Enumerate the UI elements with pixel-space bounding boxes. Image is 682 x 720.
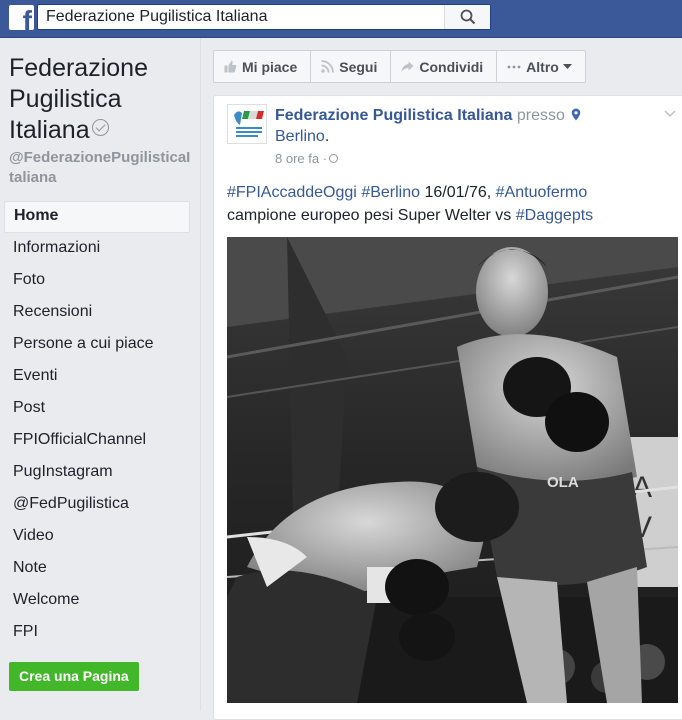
follow-label: Segui	[339, 58, 378, 75]
share-arrow-icon	[401, 61, 414, 72]
top-bar: f	[0, 0, 682, 38]
facebook-logo[interactable]: f	[9, 5, 34, 30]
follow-button[interactable]: Segui	[310, 50, 392, 83]
chevron-down-icon	[664, 110, 676, 118]
left-sidebar: Federazione Pugilistica Italiana @Federa…	[0, 38, 200, 711]
hashtag-fpi-accadde-oggi[interactable]: #FPIAccaddeOggi	[227, 184, 357, 201]
main-content: Mi piace Segui Condividi Altro Federazio…	[200, 38, 682, 720]
like-label: Mi piace	[242, 58, 298, 75]
post-card: Federazione Pugilistica Italiana presso …	[213, 95, 682, 720]
fpi-logo-icon	[228, 105, 266, 143]
page-avatar[interactable]	[227, 104, 267, 144]
nav-item-pug-instagram[interactable]: PugInstagram	[4, 457, 190, 489]
post-header: Federazione Pugilistica Italiana presso …	[275, 105, 665, 147]
nav-item-foto[interactable]: Foto	[4, 265, 190, 297]
search-input[interactable]	[38, 5, 438, 29]
nav-item-note[interactable]: Note	[4, 553, 190, 585]
rss-icon	[321, 60, 335, 73]
post-date: 16/01/76,	[424, 184, 492, 201]
thumbs-up-icon	[224, 60, 237, 73]
post-author-name[interactable]: Federazione Pugilistica Italiana	[275, 107, 512, 124]
post-options-chevron[interactable]	[664, 105, 676, 123]
share-button[interactable]: Condividi	[390, 50, 498, 83]
svg-text:OLA: OLA	[547, 474, 579, 491]
create-page-button[interactable]: Crea una Pagina	[9, 662, 139, 691]
more-label: Altro	[526, 58, 559, 75]
more-button[interactable]: Altro	[496, 50, 586, 83]
nav-item-recensioni[interactable]: Recensioni	[4, 297, 190, 329]
share-label: Condividi	[419, 58, 484, 75]
nav-item-fpi[interactable]: FPI	[4, 617, 190, 649]
search-button[interactable]	[444, 5, 490, 29]
hashtag-antuofermo[interactable]: #Antuofermo	[496, 184, 588, 201]
hashtag-berlino[interactable]: #Berlino	[361, 184, 420, 201]
page-nav: Home Informazioni Foto Recensioni Person…	[4, 201, 190, 649]
nav-item-persone[interactable]: Persone a cui piace	[4, 329, 190, 361]
nav-item-informazioni[interactable]: Informazioni	[4, 233, 190, 265]
location-pin-icon	[572, 108, 581, 121]
post-timestamp[interactable]: 8 ore fa ·	[275, 151, 339, 166]
nav-item-home[interactable]: Home	[4, 201, 190, 233]
post-text-line2: campione europeo pesi Super Welter vs	[227, 207, 512, 224]
caret-down-icon	[562, 64, 572, 69]
page-handle[interactable]: @FederazionePugilisticaItaliana	[9, 148, 194, 188]
hashtag-daggepts[interactable]: #Daggepts	[516, 207, 593, 224]
globe-icon	[329, 154, 339, 163]
more-dots-icon	[507, 65, 521, 68]
nav-item-fed-pugilistica[interactable]: @FedPugilistica	[4, 489, 190, 521]
nav-item-fpi-official-channel[interactable]: FPIOfficialChannel	[4, 425, 190, 457]
page-title[interactable]: Federazione Pugilistica Italiana	[9, 53, 194, 146]
post-location-link[interactable]: Berlino	[275, 128, 325, 145]
nav-item-welcome[interactable]: Welcome	[4, 585, 190, 617]
post-text: #FPIAccaddeOggi #Berlino 16/01/76, #Antu…	[227, 181, 677, 227]
verified-icon	[91, 119, 109, 136]
search-box	[37, 4, 491, 30]
page-actions: Mi piace Segui Condividi Altro	[213, 50, 586, 83]
search-icon	[460, 9, 475, 25]
like-button[interactable]: Mi piace	[213, 50, 312, 83]
post-at-text: presso	[516, 107, 565, 124]
nav-item-video[interactable]: Video	[4, 521, 190, 553]
boxing-photo: A V OLA	[227, 237, 678, 703]
nav-item-post[interactable]: Post	[4, 393, 190, 425]
post-photo[interactable]: A V OLA	[227, 237, 678, 703]
nav-item-eventi[interactable]: Eventi	[4, 361, 190, 393]
